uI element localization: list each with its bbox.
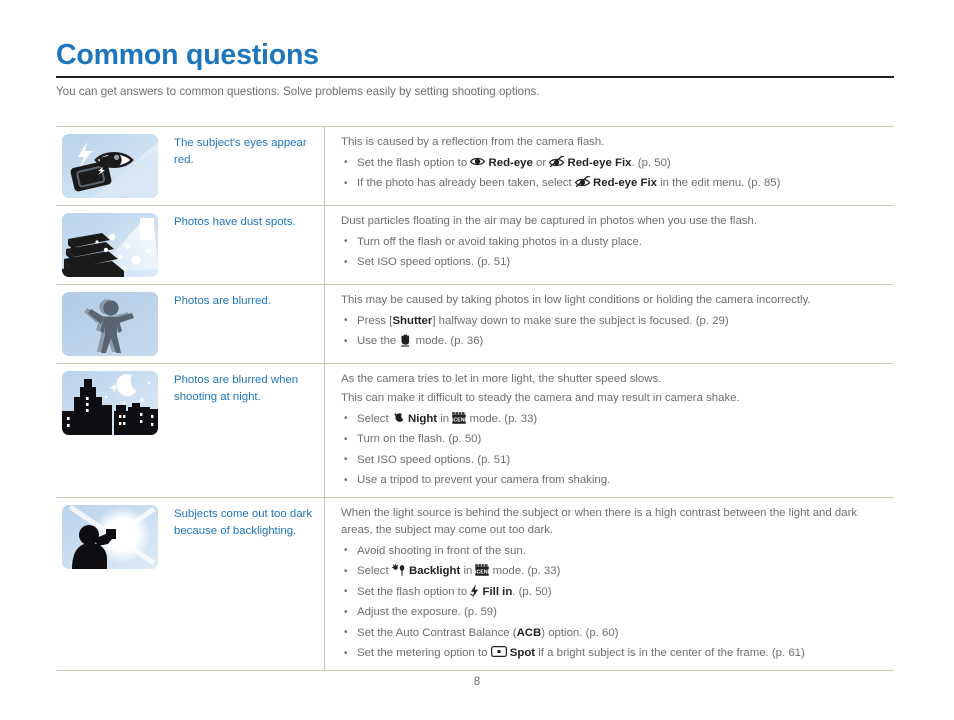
- common-questions-table: The subject's eyes appear red. This is ca…: [56, 126, 894, 671]
- table-row: Photos are blurred. This may be caused by…: [56, 284, 894, 364]
- blurred-person-photo: [62, 292, 158, 356]
- question-thumbnail-cell: [56, 364, 168, 498]
- dust-spots-photo: [62, 213, 158, 277]
- emphasis-label: Spot: [509, 647, 536, 659]
- emphasis-label: Red-eye Fix: [567, 156, 632, 169]
- page-number: 8: [473, 676, 481, 688]
- fill-in-flash-icon: [470, 583, 479, 598]
- question-text: Photos are blurred.: [174, 295, 271, 307]
- emphasis-label: Night: [408, 412, 438, 425]
- scene-mode-icon: SCENE: [475, 564, 489, 576]
- answer-bullet: Turn on the flash. (p. 50): [341, 431, 890, 448]
- answer-bullet-list: Avoid shooting in front of the sun. Selec…: [341, 542, 890, 663]
- answer-bullet: Turn off the flash or avoid taking photo…: [341, 233, 890, 251]
- red-eye-flash-photo: [62, 134, 158, 198]
- anti-shake-hand-icon: [399, 334, 412, 347]
- answer-bullet: Set the flash option to Fill in. (p. 50): [341, 583, 890, 601]
- scene-mode-icon: SCENE: [452, 411, 466, 424]
- answer-bullet: Set ISO speed options. (p. 51): [341, 254, 890, 271]
- emphasis-label: Fill in: [482, 585, 513, 598]
- svg-text:SCENE: SCENE: [452, 417, 466, 423]
- answer-bullet: Set ISO speed options. (p. 51): [341, 451, 890, 469]
- spot-metering-icon: [490, 646, 507, 657]
- answer-bullet: Set the Auto Contrast Balance (ACB) opti…: [341, 624, 890, 642]
- emphasis-label: ACB: [516, 626, 542, 639]
- svg-text:SCENE: SCENE: [475, 570, 489, 576]
- answer-bullet-list: Set the flash option to Red-eye or Red-e…: [341, 154, 890, 193]
- answer-intro: As the camera tries to let in more light…: [341, 373, 662, 385]
- backlight-mode-icon: [391, 564, 406, 577]
- emphasis-label: Shutter: [392, 314, 433, 327]
- answer-bullet: Use the mode. (p. 36): [341, 333, 890, 350]
- emphasis-label: Backlight: [409, 565, 461, 577]
- answer-bullet: Use a tripod to prevent your camera from…: [341, 472, 890, 489]
- table-row: The subject's eyes appear red. This is ca…: [56, 126, 894, 206]
- question-text: The subject's eyes appear red.: [174, 137, 307, 166]
- answer-cell: Dust particles floating in the air may b…: [324, 205, 894, 285]
- title-divider: [56, 76, 894, 78]
- answer-intro-2: This can make it difficult to steady the…: [341, 392, 740, 404]
- answer-intro: This may be caused by taking photos in l…: [341, 294, 811, 306]
- answer-cell: As the camera tries to let in more light…: [324, 363, 894, 498]
- backlighting-photo: [62, 505, 158, 569]
- question-thumbnail-cell: [56, 206, 168, 285]
- emphasis-label: Red-eye: [488, 156, 533, 169]
- table-row: Subjects come out too dark because of ba…: [56, 497, 894, 671]
- answer-cell: This may be caused by taking photos in l…: [324, 284, 894, 364]
- table-row: Photos are blurred when shooting at nigh…: [56, 363, 894, 498]
- answer-intro: When the light source is behind the subj…: [341, 507, 858, 536]
- question-text: Photos are blurred when shooting at nigh…: [174, 374, 299, 403]
- night-mode-icon: [392, 412, 405, 424]
- page-subtitle: You can get answers to common questions.…: [56, 85, 540, 98]
- red-eye-icon: [470, 156, 486, 167]
- answer-bullet: Avoid shooting in front of the sun.: [341, 542, 890, 560]
- document-page: Common questions You can get answers to …: [0, 0, 954, 720]
- answer-intro: Dust particles floating in the air may b…: [341, 215, 757, 227]
- answer-bullet: Select Backlight in SCENE mode. (p. 33): [341, 563, 890, 580]
- red-eye-fix-icon: [574, 176, 590, 188]
- answer-bullet-list: Turn off the flash or avoid taking photo…: [341, 233, 890, 272]
- night-city-photo: [62, 371, 158, 435]
- answer-bullet: Set the flash option to Red-eye or Red-e…: [341, 154, 890, 172]
- emphasis-label: Red-eye Fix: [593, 177, 657, 189]
- question-thumbnail-cell: [56, 127, 168, 206]
- answer-cell: This is caused by a reflection from the …: [324, 126, 894, 206]
- question-thumbnail-cell: [56, 285, 168, 364]
- answer-bullet: If the photo has already been taken, sel…: [341, 175, 890, 192]
- answer-bullet: Set the metering option to Spot if a bri…: [341, 645, 890, 662]
- answer-cell: When the light source is behind the subj…: [324, 497, 894, 671]
- answer-bullet: Adjust the exposure. (p. 59): [341, 604, 890, 621]
- answer-bullet-list: Press [Shutter] halfway down to make sur…: [341, 312, 890, 351]
- answer-bullet-list: Select Night in SCENE mode. (p. 33) Turn …: [341, 410, 890, 490]
- question-text: Subjects come out too dark because of ba…: [174, 508, 313, 537]
- answer-bullet: Press [Shutter] halfway down to make sur…: [341, 312, 890, 330]
- red-eye-fix-icon: [549, 155, 565, 168]
- question-text: Photos have dust spots.: [174, 216, 296, 228]
- question-thumbnail-cell: [56, 498, 168, 671]
- page-title: Common questions: [56, 39, 319, 71]
- answer-bullet: Select Night in SCENE mode. (p. 33): [341, 410, 890, 428]
- answer-intro: This is caused by a reflection from the …: [341, 136, 605, 148]
- table-row: Photos have dust spots. Dust particles fl…: [56, 205, 894, 285]
